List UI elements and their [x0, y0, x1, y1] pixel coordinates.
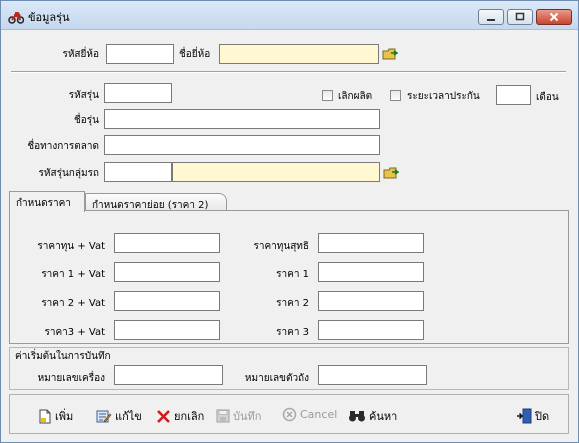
undo-edit-button-label: ยกเลิก — [174, 410, 205, 423]
brand-name-input[interactable] — [219, 44, 379, 64]
window-title: ข้อมูลรุ่น — [28, 11, 70, 24]
brand-lookup-icon[interactable] — [382, 47, 398, 61]
price3-vat-label: ราคา3 + Vat — [44, 327, 105, 338]
brand-name-label: ชื่อยี่ห้อ — [179, 49, 211, 60]
exit-door-icon — [517, 408, 532, 424]
model-code-input[interactable] — [104, 83, 172, 103]
model-name-input[interactable] — [104, 109, 380, 129]
chassis-no-input[interactable] — [318, 365, 427, 385]
motorcycle-app-icon — [8, 12, 24, 24]
cancel-button-label: Cancel — [300, 408, 338, 421]
price1-input[interactable] — [318, 262, 424, 282]
price1-label: ราคา 1 — [276, 269, 309, 280]
discontinued-checkbox[interactable] — [322, 90, 333, 101]
price2-vat-label: ราคา 2 + Vat — [41, 298, 105, 309]
add-button[interactable]: เพิ่ม — [38, 407, 73, 425]
price3-label: ราคา 3 — [276, 327, 309, 338]
new-document-icon — [39, 409, 51, 423]
cost-vat-input[interactable] — [114, 233, 220, 253]
binoculars-icon — [349, 411, 365, 422]
vehicle-group-code-label: รหัสรุ่นกลุ่มรถ — [38, 168, 99, 179]
close-window-button[interactable] — [536, 9, 572, 25]
machine-no-input[interactable] — [114, 365, 223, 385]
maximize-button[interactable] — [507, 9, 533, 25]
cost-vat-label: ราคาทุน + Vat — [37, 241, 105, 252]
red-x-icon — [157, 409, 170, 423]
minimize-icon — [487, 19, 495, 21]
tab-sub-pricing[interactable]: กำหนดราคาย่อย (ราคา 2) — [85, 193, 227, 211]
chassis-no-label: หมายเลขตัวถัง — [244, 373, 309, 384]
edit-icon — [96, 410, 112, 422]
price3-vat-input[interactable] — [114, 320, 220, 340]
tab-pricing-label: กำหนดราคา — [16, 198, 71, 209]
edit-button[interactable]: แก้ไข — [96, 407, 142, 425]
save-button[interactable]: บันทึก — [216, 407, 261, 425]
cancel-button[interactable]: Cancel — [282, 407, 337, 422]
marketing-name-input[interactable] — [104, 135, 380, 155]
title-bar: ข้อมูลรุ่น — [1, 1, 578, 30]
tab-pricing[interactable]: กำหนดราคา — [9, 191, 85, 212]
price1-vat-label: ราคา 1 + Vat — [41, 269, 105, 280]
model-name-label: ชื่อรุ่น — [74, 115, 99, 126]
vehicle-group-lookup-icon[interactable] — [383, 166, 399, 180]
search-button[interactable]: ค้นหา — [348, 407, 397, 425]
maximize-icon — [515, 12, 525, 21]
net-cost-input[interactable] — [318, 233, 424, 253]
marketing-name-label: ชื่อทางการตลาด — [27, 141, 99, 152]
warranty-checkbox[interactable] — [390, 90, 401, 101]
close-icon — [549, 12, 559, 22]
edit-button-label: แก้ไข — [115, 410, 142, 423]
cancel-undo-icon — [282, 407, 297, 422]
price2-label: ราคา 2 — [276, 298, 309, 309]
save-button-label: บันทึก — [233, 410, 262, 423]
price2-vat-input[interactable] — [114, 291, 220, 311]
add-button-label: เพิ่ม — [55, 410, 74, 423]
machine-no-label: หมายเลขเครื่อง — [37, 373, 105, 384]
price1-vat-input[interactable] — [114, 262, 220, 282]
warranty-label: ระยะเวลาประกัน — [407, 91, 480, 102]
vehicle-group-code-input[interactable] — [104, 162, 172, 182]
model-info-window: ข้อมูลรุ่น รหัสยี่ห้อ ชื่อยี่ห้อ รหัสรุ่… — [0, 0, 579, 443]
close-button-label: ปิด — [535, 410, 550, 423]
action-toolbar: เพิ่ม แก้ไข ยกเลิก บันทึก Cancel ค้นหา ป… — [9, 394, 569, 434]
net-cost-label: ราคาทุนสุทธิ — [253, 241, 309, 252]
vehicle-group-name-input[interactable] — [172, 162, 380, 182]
model-code-label: รหัสรุ่น — [68, 90, 99, 101]
search-button-label: ค้นหา — [369, 410, 398, 423]
brand-code-label: รหัสยี่ห้อ — [62, 49, 99, 60]
save-disk-icon — [216, 409, 230, 423]
close-button[interactable]: ปิด — [516, 407, 549, 425]
undo-edit-button[interactable]: ยกเลิก — [156, 407, 204, 425]
brand-code-input[interactable] — [106, 44, 174, 64]
minimize-button[interactable] — [478, 9, 504, 25]
defaults-group-label: ค่าเริ่มต้นในการบันทึก — [15, 349, 114, 364]
warranty-months-input[interactable] — [496, 85, 531, 105]
discontinued-label: เลิกผลิต — [338, 91, 373, 102]
month-unit-label: เดือน — [536, 92, 559, 103]
price3-input[interactable] — [318, 320, 424, 340]
separator — [11, 71, 566, 73]
price2-input[interactable] — [318, 291, 424, 311]
